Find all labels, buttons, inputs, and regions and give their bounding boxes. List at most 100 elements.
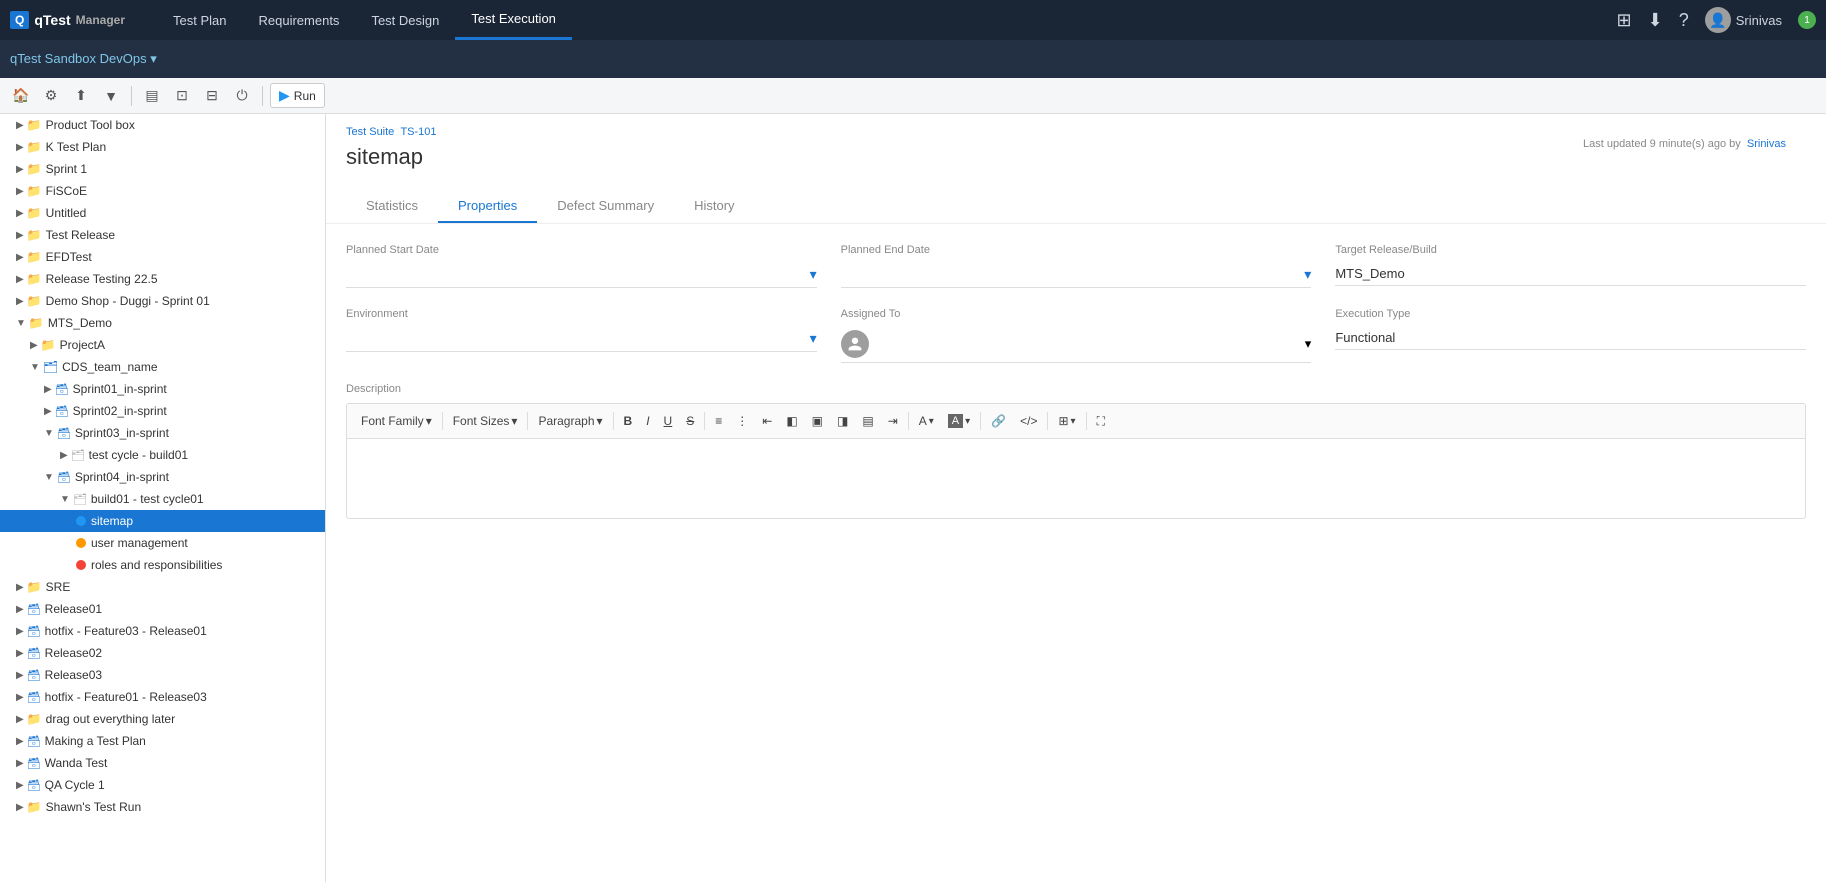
nav-test-execution[interactable]: Test Execution — [455, 0, 572, 40]
last-updated-user-link[interactable]: Srinivas — [1747, 138, 1786, 150]
project-name[interactable]: qTest Sandbox DevOps ▾ — [10, 51, 157, 67]
planned-start-field[interactable]: 08/26/2022 — [346, 267, 810, 282]
settings-btn[interactable]: ⚙ — [38, 83, 64, 109]
run-button[interactable]: ▶ Run — [270, 83, 325, 108]
sidebar-item-sprint02[interactable]: ▶ 🗃 Sprint02_in-sprint — [0, 400, 325, 422]
tab-defect-summary[interactable]: Defect Summary — [537, 190, 674, 223]
expand-arrow: ▶ — [16, 802, 24, 813]
code-btn[interactable]: </> — [1014, 410, 1043, 432]
sidebar-item-fisco[interactable]: ▶ 📁 FiSCoE — [0, 180, 325, 202]
sidebar-item-release02[interactable]: ▶ 🗃 Release02 — [0, 642, 325, 664]
sidebar-item-user-management[interactable]: user management — [0, 532, 325, 554]
sidebar-item-sre[interactable]: ▶ 📁 SRE — [0, 576, 325, 598]
sidebar-item-drag-everything[interactable]: ▶ 📁 drag out everything later — [0, 708, 325, 730]
download-icon[interactable]: ⬇ — [1648, 10, 1663, 31]
environment-input[interactable]: ▾ — [346, 326, 817, 352]
sidebar-item-shawns-test-run[interactable]: ▶ 📁 Shawn's Test Run — [0, 796, 325, 818]
expand-arrow: ▶ — [16, 758, 24, 769]
align-right-btn[interactable]: ◨ — [831, 410, 854, 432]
home-btn[interactable]: 🏠 — [8, 83, 34, 109]
filter-btn[interactable]: ▼ — [98, 83, 124, 109]
grid-icon[interactable]: ⊞ — [1617, 10, 1632, 31]
expand-arrow: ▶ — [16, 186, 24, 197]
bold-btn[interactable]: B — [618, 410, 639, 432]
sidebar-item-hotfix-feature03[interactable]: ▶ 🗃 hotfix - Feature03 - Release01 — [0, 620, 325, 642]
environment-field[interactable] — [346, 331, 810, 346]
font-sizes-dropdown[interactable]: Font Sizes ▾ — [447, 410, 524, 432]
sidebar-item-sprint03[interactable]: ▼ 🗃 Sprint03_in-sprint — [0, 422, 325, 444]
sidebar-item-test-cycle-build01[interactable]: ▶ 🗂 test cycle - build01 — [0, 444, 325, 466]
environment-dropdown-icon[interactable]: ▾ — [810, 330, 817, 347]
sidebar-item-making-test-plan[interactable]: ▶ 🗃 Making a Test Plan — [0, 730, 325, 752]
ordered-list-btn[interactable]: ⋮ — [730, 410, 754, 432]
sidebar-item-qa-cycle1[interactable]: ▶ 🗃 QA Cycle 1 — [0, 774, 325, 796]
breadcrumb-suite-id[interactable]: TS-101 — [400, 126, 436, 138]
justify-btn[interactable]: ▤ — [856, 410, 879, 432]
sidebar-item-release01[interactable]: ▶ 🗃 Release01 — [0, 598, 325, 620]
link-btn[interactable]: 🔗 — [985, 410, 1012, 432]
table-btn[interactable]: ⊞ ▾ — [1052, 410, 1081, 432]
sidebar-item-sprint01[interactable]: ▶ 🗃 Sprint01_in-sprint — [0, 378, 325, 400]
align-center-btn[interactable]: ▣ — [806, 410, 829, 432]
upload-btn[interactable]: ⬆ — [68, 83, 94, 109]
view-btn1[interactable]: ▤ — [139, 83, 165, 109]
tab-history[interactable]: History — [674, 190, 754, 223]
sidebar-item-product-toolbox[interactable]: ▶ 📁 Product Tool box — [0, 114, 325, 136]
nav-test-design[interactable]: Test Design — [355, 0, 455, 40]
help-icon[interactable]: ? — [1679, 10, 1689, 31]
italic-btn[interactable]: I — [640, 410, 655, 432]
content-area: Test Suite TS-101 sitemap Last updated 9… — [326, 114, 1826, 882]
indent-left-btn[interactable]: ⇤ — [756, 410, 778, 432]
sidebar-item-release-testing[interactable]: ▶ 📁 Release Testing 22.5 — [0, 268, 325, 290]
editor-content[interactable] — [346, 439, 1806, 519]
sidebar-item-sprint1[interactable]: ▶ 📁 Sprint 1 — [0, 158, 325, 180]
sidebar-item-sitemap[interactable]: sitemap — [0, 510, 325, 532]
expand-arrow: ▼ — [60, 494, 70, 505]
sidebar-item-roles-responsibilities[interactable]: roles and responsibilities — [0, 554, 325, 576]
align-left-btn[interactable]: ◧ — [780, 410, 803, 432]
unordered-list-btn[interactable]: ≡ — [709, 410, 728, 432]
text-color-btn[interactable]: A ▾ — [913, 410, 940, 432]
sidebar-item-sprint04[interactable]: ▼ 🗃 Sprint04_in-sprint — [0, 466, 325, 488]
sidebar-item-release03[interactable]: ▶ 🗃 Release03 — [0, 664, 325, 686]
planned-end-input[interactable]: 08/26/2022 ▾ — [841, 262, 1312, 288]
sidebar-label: FiSCoE — [46, 184, 87, 198]
sidebar-item-efdtest[interactable]: ▶ 📁 EFDTest — [0, 246, 325, 268]
indent-btn[interactable]: ⇥ — [882, 410, 904, 432]
assigned-to-input[interactable]: ▾ — [841, 326, 1312, 363]
breadcrumb-suite-label: Test Suite — [346, 126, 394, 138]
underline-btn[interactable]: U — [658, 410, 679, 432]
sidebar-item-mts-demo[interactable]: ▼ 📁 MTS_Demo — [0, 312, 325, 334]
sidebar-label: Sprint01_in-sprint — [73, 382, 167, 396]
sidebar-item-untitled[interactable]: ▶ 📁 Untitled — [0, 202, 325, 224]
tab-properties[interactable]: Properties — [438, 190, 537, 223]
assigned-dropdown-icon[interactable]: ▾ — [1305, 336, 1312, 352]
paragraph-dropdown[interactable]: Paragraph ▾ — [532, 410, 608, 432]
start-date-dropdown-icon[interactable]: ▾ — [810, 266, 817, 283]
sidebar-item-projectA[interactable]: ▶ 📁 ProjectA — [0, 334, 325, 356]
sidebar-item-wanda-test[interactable]: ▶ 🗃 Wanda Test — [0, 752, 325, 774]
tab-statistics[interactable]: Statistics — [346, 190, 438, 223]
font-family-dropdown[interactable]: Font Family ▾ — [355, 410, 438, 432]
view-btn3[interactable]: ⊟ — [199, 83, 225, 109]
sidebar-item-k-test-plan[interactable]: ▶ 📁 K Test Plan — [0, 136, 325, 158]
fullscreen-btn[interactable]: ⛶ — [1091, 410, 1111, 432]
sidebar-item-test-release[interactable]: ▶ 📁 Test Release — [0, 224, 325, 246]
expand-arrow: ▼ — [16, 318, 26, 329]
toggle-btn[interactable]: ⏻ — [229, 83, 255, 109]
sidebar-item-build01-cycle[interactable]: ▼ 🗂 build01 - test cycle01 — [0, 488, 325, 510]
sidebar-item-cds-team[interactable]: ▼ 🗂 CDS_team_name — [0, 356, 325, 378]
highlight-color-btn[interactable]: A ▾ — [942, 410, 976, 432]
notification-badge[interactable]: 1 — [1798, 11, 1816, 29]
end-date-dropdown-icon[interactable]: ▾ — [1304, 266, 1311, 283]
nav-test-plan[interactable]: Test Plan — [157, 0, 242, 40]
sidebar-item-hotfix-feature01[interactable]: ▶ 🗃 hotfix - Feature01 - Release03 — [0, 686, 325, 708]
user-menu[interactable]: 👤 Srinivas — [1705, 7, 1782, 33]
sidebar-item-demo-shop[interactable]: ▶ 📁 Demo Shop - Duggi - Sprint 01 — [0, 290, 325, 312]
nav-requirements[interactable]: Requirements — [243, 0, 356, 40]
view-btn2[interactable]: ⊡ — [169, 83, 195, 109]
table-arrow: ▾ — [1071, 416, 1076, 427]
planned-end-field[interactable]: 08/26/2022 — [841, 267, 1305, 282]
planned-start-input[interactable]: 08/26/2022 ▾ — [346, 262, 817, 288]
strikethrough-btn[interactable]: S — [680, 410, 700, 432]
